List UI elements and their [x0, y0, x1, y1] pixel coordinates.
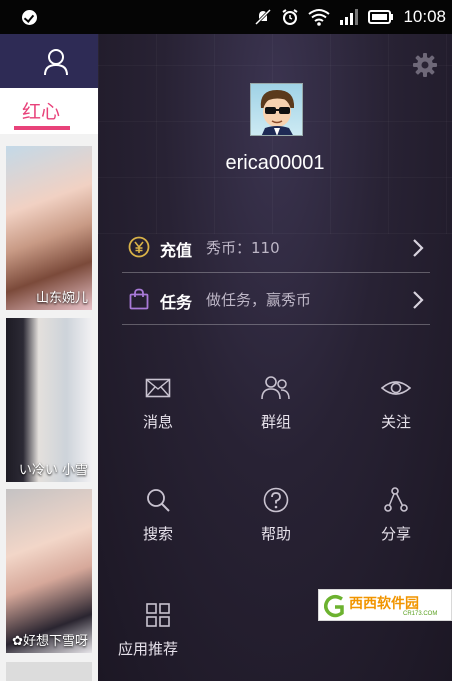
- groups-button[interactable]: 群组: [236, 375, 316, 445]
- messages-button[interactable]: 消息: [118, 375, 198, 445]
- follow-button[interactable]: 关注: [356, 375, 436, 445]
- tab-bar: 红心: [0, 88, 98, 134]
- avatar-cartoon: [260, 90, 295, 135]
- chevron-right-icon: [413, 239, 424, 257]
- share-button[interactable]: 分享: [356, 487, 436, 557]
- share-icon: [384, 487, 408, 512]
- tab-hearts[interactable]: 红心: [22, 97, 60, 124]
- help-button[interactable]: 帮助: [236, 487, 316, 557]
- status-bar: 10:08: [0, 0, 452, 34]
- signal-icon: [340, 9, 359, 25]
- watermark-text: 西西软件园: [349, 595, 419, 611]
- app-recommend-label: 应用推荐: [118, 640, 179, 658]
- envelope-icon: [145, 378, 171, 398]
- task-row[interactable]: 任务 做任务，赢秀币: [122, 274, 430, 324]
- thumbnail-caption: 山东婉儿: [35, 291, 88, 306]
- coin-balance: 秀币：110: [206, 239, 280, 257]
- groups-label: 群组: [260, 413, 291, 431]
- divider: [122, 324, 430, 325]
- yen-coin-icon: [128, 236, 150, 258]
- share-label: 分享: [380, 525, 411, 543]
- avatar[interactable]: [250, 83, 303, 136]
- stream-thumbnail[interactable]: い冷い 小雪: [6, 318, 92, 482]
- username: erica00001: [225, 152, 325, 174]
- user-icon[interactable]: [43, 48, 69, 76]
- help-label: 帮助: [260, 525, 291, 543]
- clock-time: 10:08: [403, 7, 446, 26]
- app-header: [0, 34, 98, 88]
- recharge-label: 充值: [160, 241, 193, 260]
- stream-thumbnail[interactable]: 山东婉儿: [6, 146, 92, 310]
- app-recommend-button[interactable]: 应用推荐: [118, 602, 236, 672]
- thumbnail-caption: ✿好想下雪呀: [12, 634, 88, 649]
- battery-icon: [368, 10, 394, 24]
- background-app: 红心 山东婉儿 い冷い 小雪 ✿好想下雪呀: [0, 34, 98, 681]
- tab-indicator: [14, 126, 70, 130]
- side-drawer: erica00001 充值 秀币：110 任务 做任务，赢秀币 消息 群组 关注…: [98, 34, 452, 681]
- eye-icon: [381, 381, 411, 395]
- gear-icon[interactable]: [412, 52, 438, 78]
- group-icon: [261, 376, 290, 400]
- chevron-right-icon: [413, 291, 424, 309]
- check-circle-icon: [22, 10, 37, 25]
- search-icon: [147, 489, 170, 512]
- divider: [122, 272, 430, 273]
- watermark-logo: 西西软件园 CR173.COM: [318, 589, 452, 621]
- help-icon: [263, 487, 289, 513]
- stream-thumbnail[interactable]: [6, 662, 92, 681]
- follow-label: 关注: [380, 413, 411, 431]
- alarm-icon: [282, 9, 299, 25]
- task-label: 任务: [160, 293, 193, 312]
- thumbnail-caption: い冷い 小雪: [18, 463, 88, 478]
- shopping-bag-icon: [129, 288, 149, 310]
- status-icons: 10:08: [254, 6, 446, 28]
- search-button[interactable]: 搜索: [118, 487, 198, 557]
- grid-apps-icon: [146, 603, 170, 627]
- recharge-row[interactable]: 充值 秀币：110: [122, 222, 430, 272]
- stream-thumbnail[interactable]: ✿好想下雪呀: [6, 489, 92, 653]
- search-label: 搜索: [142, 525, 173, 543]
- task-description: 做任务，赢秀币: [206, 291, 312, 309]
- watermark-subtext: CR173.COM: [403, 611, 438, 617]
- leaf-logo-icon: [324, 595, 344, 618]
- mute-icon: [255, 8, 272, 26]
- wifi-icon: [308, 9, 331, 26]
- messages-label: 消息: [142, 413, 173, 431]
